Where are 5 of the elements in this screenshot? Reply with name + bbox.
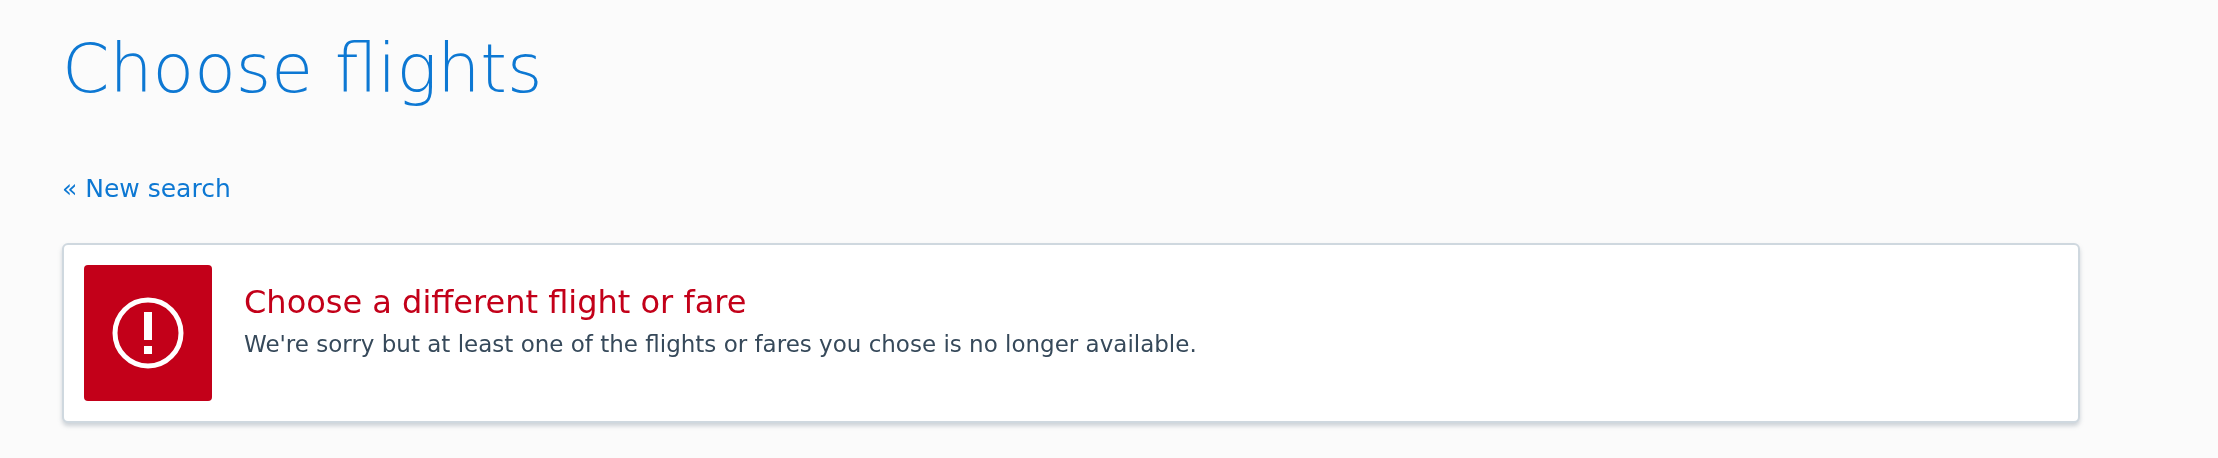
page-title: Choose flights [62,28,543,110]
alert-title: Choose a different flight or fare [244,283,748,321]
alert-message: We're sorry but at least one of the flights or fares you chose is no longer available. [244,331,1197,357]
exclamation-icon [111,296,185,370]
new-search-link[interactable]: « New search [62,174,231,203]
